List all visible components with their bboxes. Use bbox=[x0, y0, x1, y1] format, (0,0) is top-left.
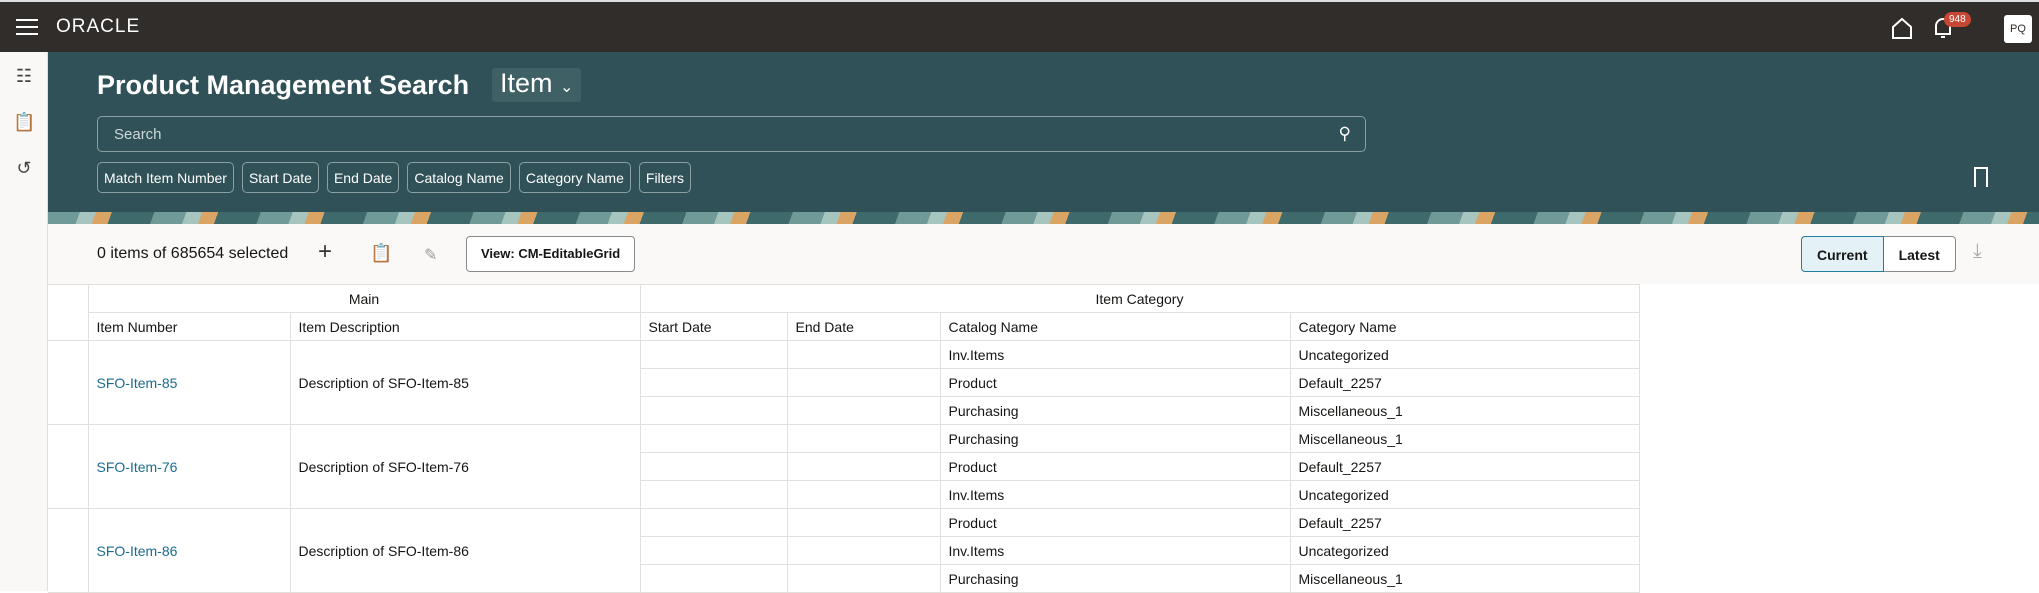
catalog-name: Inv.Items bbox=[939, 340, 1291, 369]
object-type-select[interactable]: Item ⌄ bbox=[492, 68, 582, 102]
results-toolbar: 0 items of 685654 selected + 📋 ✎ View: C… bbox=[48, 224, 2039, 284]
search-placeholder: Search bbox=[114, 126, 162, 143]
selection-count: 0 items of 685654 selected bbox=[97, 245, 289, 262]
history-icon[interactable]: ↺ bbox=[13, 158, 35, 180]
object-type-value: Item bbox=[500, 68, 553, 98]
catalog-name: Purchasing bbox=[939, 396, 1291, 425]
row-selector[interactable] bbox=[48, 508, 89, 593]
search-icon[interactable]: ⚲ bbox=[1339, 124, 1351, 144]
clear-selection-icon[interactable]: ✎ bbox=[424, 245, 437, 265]
catalog-name: Product bbox=[939, 452, 1291, 481]
start-date-cell bbox=[639, 480, 788, 509]
category-name: Default_2257 bbox=[1289, 452, 1640, 481]
column-header-catalog-name[interactable]: Catalog Name bbox=[939, 312, 1291, 341]
end-date-cell bbox=[786, 424, 941, 453]
catalog-name: Inv.Items bbox=[939, 480, 1291, 509]
banner-pattern bbox=[48, 212, 2039, 224]
item-description: Description of SFO-Item-86 bbox=[289, 508, 641, 593]
start-date-cell bbox=[639, 396, 788, 425]
results-table: Main Item Category Item Number Item Desc… bbox=[48, 284, 1640, 593]
category-name: Default_2257 bbox=[1289, 508, 1640, 537]
item-description: Description of SFO-Item-85 bbox=[289, 340, 641, 425]
category-name: Uncategorized bbox=[1289, 536, 1640, 565]
user-avatar[interactable]: PQ bbox=[2004, 15, 2032, 43]
group-header-item-category: Item Category bbox=[639, 284, 1640, 313]
category-name: Default_2257 bbox=[1289, 368, 1640, 397]
chevron-down-icon: ⌄ bbox=[560, 79, 574, 96]
column-header-category-name[interactable]: Category Name bbox=[1289, 312, 1640, 341]
oracle-logo[interactable]: ORACLE bbox=[56, 16, 140, 38]
version-toggle: Current Latest bbox=[1801, 236, 1956, 272]
clipboard-upload-icon[interactable]: 📋 bbox=[13, 112, 35, 134]
current-button[interactable]: Current bbox=[1801, 236, 1884, 272]
catalog-name: Inv.Items bbox=[939, 536, 1291, 565]
category-name: Uncategorized bbox=[1289, 340, 1640, 369]
latest-button[interactable]: Latest bbox=[1883, 236, 1956, 272]
end-date-cell bbox=[786, 480, 941, 509]
column-header-start-date[interactable]: Start Date bbox=[639, 312, 788, 341]
row-selector[interactable] bbox=[48, 424, 89, 509]
add-icon[interactable]: + bbox=[318, 238, 332, 266]
filter-chip-category-name[interactable]: Category Name bbox=[518, 162, 631, 193]
catalog-name: Purchasing bbox=[939, 564, 1291, 593]
filter-chip-filters[interactable]: Filters bbox=[638, 162, 692, 193]
table-row[interactable]: SFO-Item-76 Description of SFO-Item-76 Pur… bbox=[48, 424, 1640, 509]
download-icon[interactable]: ⤓ bbox=[1973, 240, 1982, 263]
item-description: Description of SFO-Item-76 bbox=[289, 424, 641, 509]
end-date-cell bbox=[786, 536, 941, 565]
table-row[interactable]: SFO-Item-86 Description of SFO-Item-86 Pro… bbox=[48, 508, 1640, 593]
filter-chip-end-date[interactable]: End Date bbox=[326, 162, 400, 193]
end-date-cell bbox=[786, 508, 941, 537]
group-header-main: Main bbox=[87, 284, 641, 313]
catalog-name: Product bbox=[939, 508, 1291, 537]
left-sidebar: ☷ 📋 ↺ bbox=[0, 52, 48, 591]
item-number-cell: SFO-Item-76 bbox=[87, 424, 291, 509]
table-row[interactable]: SFO-Item-85 Description of SFO-Item-85 Inv… bbox=[48, 340, 1640, 425]
selector-header bbox=[48, 312, 89, 341]
start-date-cell bbox=[639, 424, 788, 453]
start-date-cell bbox=[639, 536, 788, 565]
item-number-cell: SFO-Item-85 bbox=[87, 340, 291, 425]
global-header: ORACLE 948 PQ bbox=[0, 0, 2039, 52]
category-name: Miscellaneous_1 bbox=[1289, 424, 1640, 453]
start-date-cell bbox=[639, 508, 788, 537]
filter-chip-start-date[interactable]: Start Date bbox=[241, 162, 319, 193]
category-name: Uncategorized bbox=[1289, 480, 1640, 509]
item-number-link[interactable]: SFO-Item-76 bbox=[97, 459, 178, 475]
bookmark-icon[interactable] bbox=[1974, 167, 1988, 189]
column-header-item-description[interactable]: Item Description bbox=[289, 312, 641, 341]
search-input[interactable]: Search ⚲ bbox=[97, 116, 1366, 152]
item-number-cell: SFO-Item-86 bbox=[87, 508, 291, 593]
column-header-end-date[interactable]: End Date bbox=[786, 312, 941, 341]
home-icon[interactable] bbox=[1891, 16, 1913, 40]
item-number-link[interactable]: SFO-Item-85 bbox=[97, 375, 178, 391]
clipboard-upload-icon[interactable]: 📋 bbox=[370, 243, 392, 264]
filter-chip-match-item-number[interactable]: Match Item Number bbox=[97, 162, 234, 193]
column-header-item-number[interactable]: Item Number bbox=[87, 312, 291, 341]
selector-header bbox=[48, 284, 89, 313]
search-list-icon[interactable]: ☷ bbox=[13, 66, 35, 88]
start-date-cell bbox=[639, 452, 788, 481]
filter-chips: Match Item Number Start Date End Date Ca… bbox=[97, 162, 692, 193]
category-name: Miscellaneous_1 bbox=[1289, 396, 1640, 425]
category-name: Miscellaneous_1 bbox=[1289, 564, 1640, 593]
end-date-cell bbox=[786, 396, 941, 425]
end-date-cell bbox=[786, 340, 941, 369]
catalog-name: Purchasing bbox=[939, 424, 1291, 453]
start-date-cell bbox=[639, 564, 788, 593]
end-date-cell bbox=[786, 368, 941, 397]
start-date-cell bbox=[639, 368, 788, 397]
page-title: Product Management Search bbox=[97, 70, 470, 100]
filter-chip-catalog-name[interactable]: Catalog Name bbox=[407, 162, 511, 193]
start-date-cell bbox=[639, 340, 788, 369]
end-date-cell bbox=[786, 564, 941, 593]
item-number-link[interactable]: SFO-Item-86 bbox=[97, 543, 178, 559]
view-select-button[interactable]: View: CM-EditableGrid bbox=[466, 236, 636, 272]
end-date-cell bbox=[786, 452, 941, 481]
menu-icon[interactable] bbox=[16, 19, 38, 35]
notification-badge: 948 bbox=[1944, 12, 1971, 27]
catalog-name: Product bbox=[939, 368, 1291, 397]
row-selector[interactable] bbox=[48, 340, 89, 425]
